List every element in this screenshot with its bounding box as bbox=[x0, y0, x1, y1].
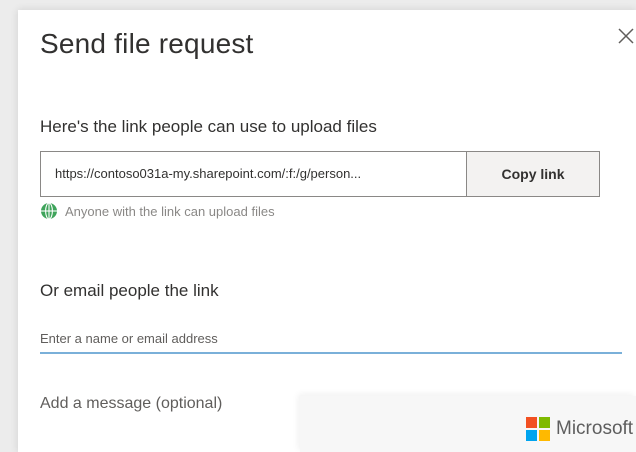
close-icon bbox=[618, 28, 634, 44]
close-button[interactable] bbox=[614, 24, 636, 48]
microsoft-brand: Microsoft bbox=[526, 417, 633, 441]
email-recipient-input[interactable] bbox=[40, 324, 622, 354]
email-heading: Or email people the link bbox=[40, 281, 219, 300]
permission-text: Anyone with the link can upload files bbox=[65, 203, 275, 219]
microsoft-logo bbox=[526, 417, 550, 441]
globe-icon bbox=[41, 202, 57, 220]
link-row: https://contoso031a-my.sharepoint.com/:f… bbox=[40, 151, 600, 197]
dialog-title: Send file request bbox=[40, 28, 254, 59]
microsoft-brand-text: Microsoft bbox=[556, 418, 634, 439]
copy-link-button[interactable]: Copy link bbox=[467, 151, 600, 197]
link-heading: Here's the link people can use to upload… bbox=[40, 117, 377, 136]
send-file-request-dialog: Send file request Here's the link people… bbox=[18, 10, 636, 452]
link-permission-setting[interactable]: Anyone with the link can upload files bbox=[40, 202, 275, 220]
share-link-field[interactable]: https://contoso031a-my.sharepoint.com/:f… bbox=[40, 151, 467, 197]
